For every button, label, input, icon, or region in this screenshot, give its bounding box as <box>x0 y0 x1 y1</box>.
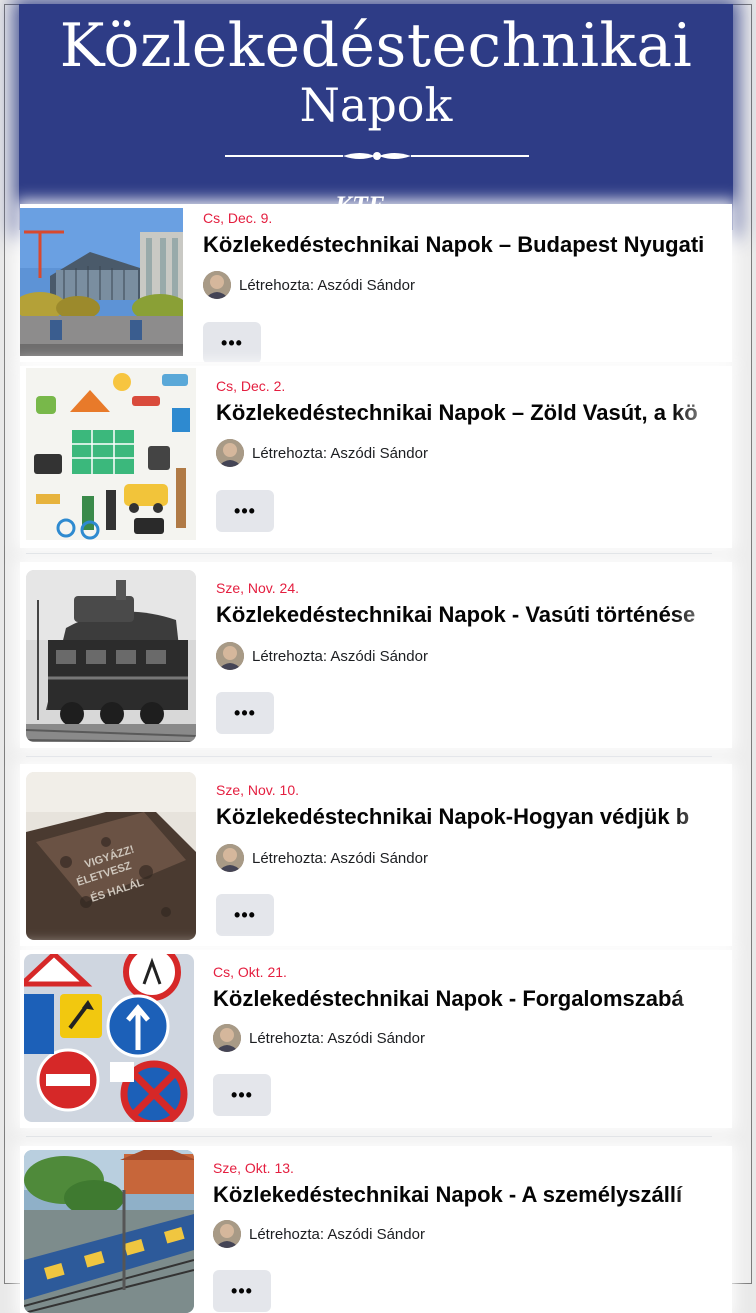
event-date: Sze, Nov. 24. <box>216 580 300 596</box>
avatar <box>213 1220 241 1248</box>
event-title[interactable]: Közlekedéstechnikai Napok - Vasúti törté… <box>216 602 732 628</box>
more-options-button[interactable]: ••• <box>213 1270 271 1312</box>
creator-label: Létrehozta: Aszódi Sándor <box>252 849 428 867</box>
event-title[interactable]: Közlekedéstechnikai Napok – Zöld Vasút, … <box>216 400 732 426</box>
avatar <box>213 1024 241 1052</box>
event-date: Sze, Nov. 10. <box>216 782 300 798</box>
event-thumbnail[interactable]: VIGYÁZZ! ÉLETVESZ ÉS HALÁL <box>26 772 196 940</box>
more-options-button[interactable]: ••• <box>203 322 261 362</box>
event-creator: Létrehozta: Aszódi Sándor <box>216 844 428 872</box>
event-card[interactable]: Cs, Okt. 21. Közlekedéstechnikai Napok -… <box>20 950 732 1128</box>
event-thumbnail[interactable] <box>26 368 196 540</box>
event-thumbnail[interactable] <box>24 954 194 1122</box>
divider <box>26 553 712 554</box>
event-title[interactable]: Közlekedéstechnikai Napok-Hogyan védjük … <box>216 804 732 830</box>
event-title[interactable]: Közlekedéstechnikai Napok - Forgalomszab… <box>213 986 732 1012</box>
event-creator: Létrehozta: Aszódi Sándor <box>213 1220 425 1248</box>
event-thumbnail[interactable] <box>24 1150 194 1313</box>
event-card[interactable]: VIGYÁZZ! ÉLETVESZ ÉS HALÁL Sze, Nov. 10.… <box>20 764 732 946</box>
creator-label: Létrehozta: Aszódi Sándor <box>249 1029 425 1047</box>
event-creator: Létrehozta: Aszódi Sándor <box>216 642 428 670</box>
event-date: Cs, Dec. 2. <box>216 378 286 394</box>
event-date: Cs, Dec. 9. <box>203 210 273 226</box>
event-creator: Létrehozta: Aszódi Sándor <box>203 271 415 299</box>
event-creator: Létrehozta: Aszódi Sándor <box>213 1024 425 1052</box>
fade-edge <box>672 764 732 946</box>
event-card[interactable]: Cs, Dec. 9. Közlekedéstechnikai Napok – … <box>20 204 732 362</box>
event-card[interactable]: Cs, Dec. 2. Közlekedéstechnikai Napok – … <box>20 366 732 548</box>
more-options-button[interactable]: ••• <box>216 490 274 532</box>
divider <box>26 1136 712 1137</box>
event-card[interactable]: Sze, Okt. 13. Közlekedéstechnikai Napok … <box>20 1146 732 1313</box>
fade-edge <box>672 562 732 748</box>
more-options-button[interactable]: ••• <box>216 692 274 734</box>
creator-label: Létrehozta: Aszódi Sándor <box>249 1225 425 1243</box>
event-date: Sze, Okt. 13. <box>213 1160 294 1176</box>
event-title[interactable]: Közlekedéstechnikai Napok – Budapest Nyu… <box>203 232 732 258</box>
event-creator: Létrehozta: Aszódi Sándor <box>216 439 428 467</box>
avatar <box>216 439 244 467</box>
avatar <box>203 271 231 299</box>
avatar <box>216 642 244 670</box>
fade-edge <box>672 1146 732 1313</box>
more-options-button[interactable]: ••• <box>216 894 274 936</box>
event-card[interactable]: Sze, Nov. 24. Közlekedéstechnikai Napok … <box>20 562 732 748</box>
event-date: Cs, Okt. 21. <box>213 964 287 980</box>
creator-label: Létrehozta: Aszódi Sándor <box>252 444 428 462</box>
avatar <box>216 844 244 872</box>
creator-label: Létrehozta: Aszódi Sándor <box>239 276 415 294</box>
more-options-button[interactable]: ••• <box>213 1074 271 1116</box>
event-title[interactable]: Közlekedéstechnikai Napok - A személyszá… <box>213 1182 732 1208</box>
event-thumbnail[interactable] <box>20 208 183 356</box>
fade-edge <box>672 366 732 548</box>
creator-label: Létrehozta: Aszódi Sándor <box>252 647 428 665</box>
event-thumbnail[interactable] <box>26 570 196 742</box>
fade-edge <box>672 950 732 1128</box>
divider <box>26 756 712 757</box>
banner-tag: KTE <box>334 191 386 220</box>
